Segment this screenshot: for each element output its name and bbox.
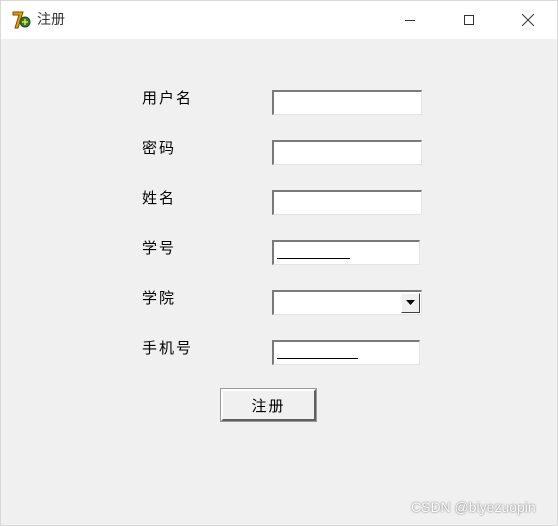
phone-input[interactable] (272, 340, 420, 365)
register-window: 注册 用户名 密码 姓名 学号 学院 手机号 注册 CSDN @biyezuop… (0, 0, 558, 526)
student-id-input[interactable] (272, 240, 420, 265)
app-logo-icon (11, 9, 33, 31)
student-id-mask-underline (277, 258, 350, 259)
password-label: 密码 (142, 139, 177, 157)
title-bar[interactable]: 注册 (1, 1, 557, 39)
maximize-icon (464, 15, 474, 25)
name-label: 姓名 (142, 189, 177, 207)
minimize-button[interactable] (381, 1, 439, 39)
username-input[interactable] (272, 90, 422, 115)
phone-label: 手机号 (142, 339, 194, 357)
username-label: 用户名 (142, 89, 194, 107)
college-dropdown-button[interactable] (401, 293, 420, 313)
close-icon (521, 13, 535, 27)
watermark-text: CSDN @biyezuopin (411, 499, 536, 515)
phone-mask-underline (277, 358, 358, 359)
college-select[interactable] (272, 290, 422, 315)
college-label: 学院 (142, 289, 177, 307)
password-input[interactable] (272, 140, 422, 165)
name-input[interactable] (272, 190, 422, 215)
dropdown-arrow-icon (406, 300, 415, 305)
student-id-label: 学号 (142, 239, 177, 257)
maximize-button[interactable] (440, 1, 498, 39)
close-button[interactable] (499, 1, 557, 39)
window-title: 注册 (37, 12, 65, 28)
register-button[interactable]: 注册 (220, 388, 317, 422)
minimize-icon (405, 20, 415, 21)
